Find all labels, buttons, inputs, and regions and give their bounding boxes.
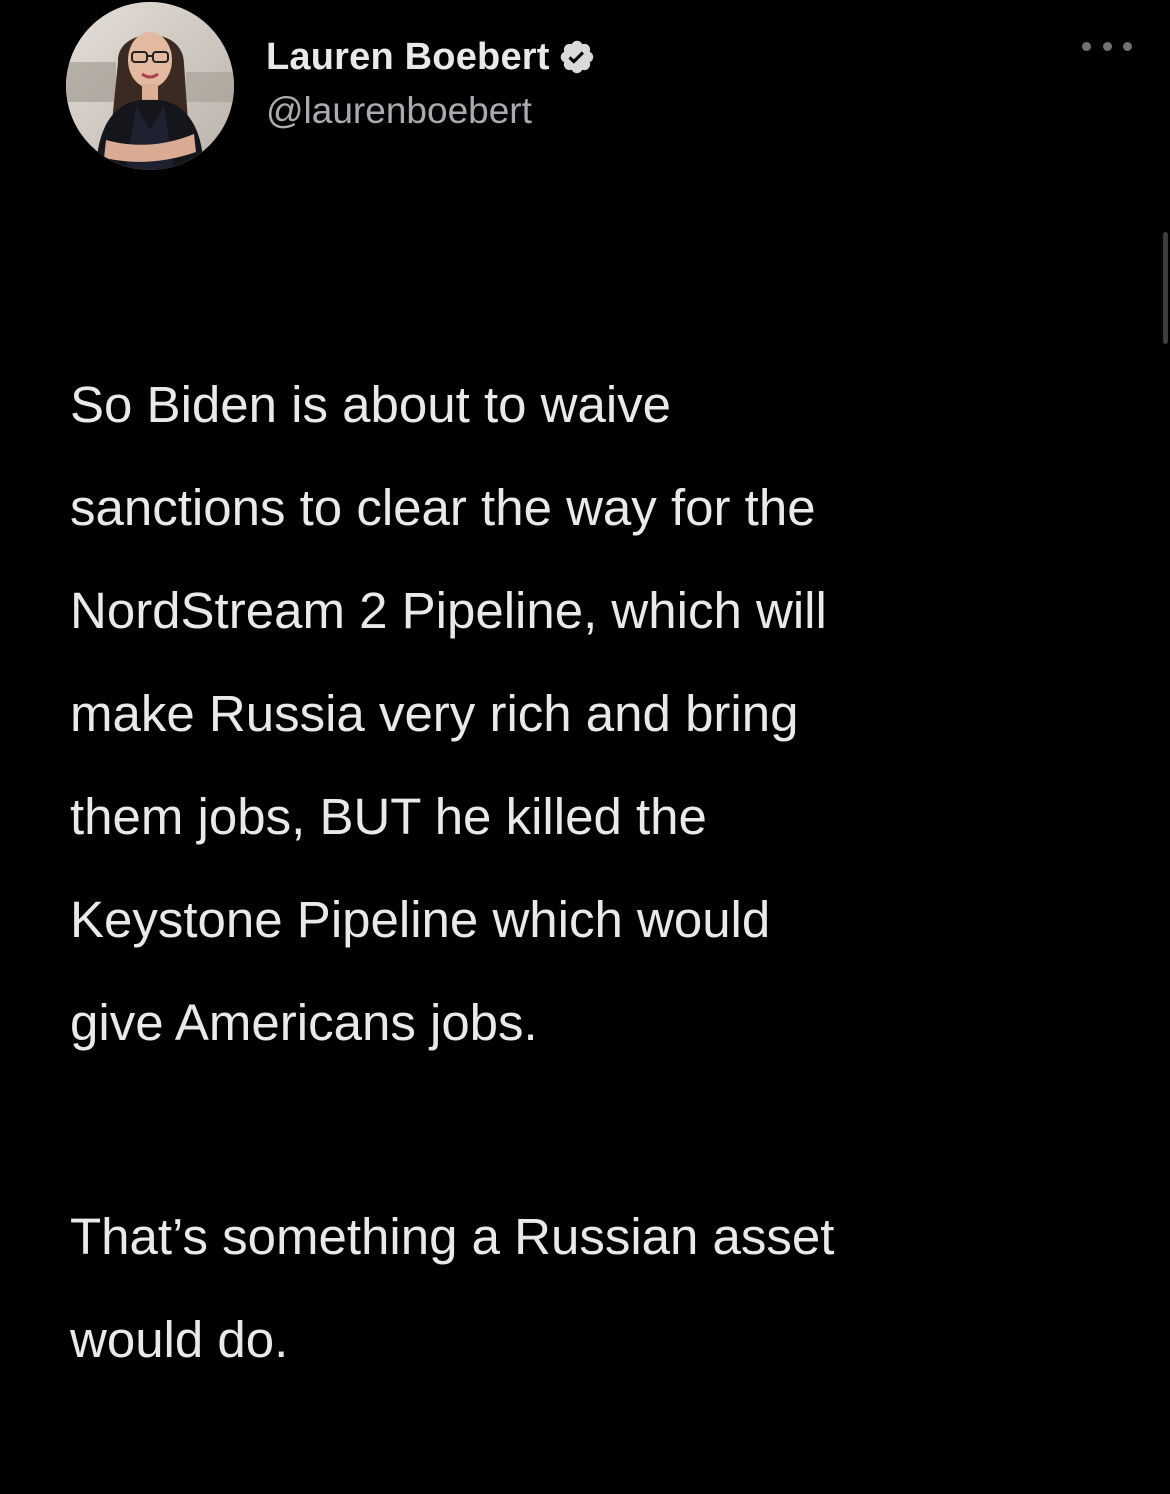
scrollbar-thumb[interactable] [1163, 232, 1168, 344]
user-handle[interactable]: @laurenboebert [266, 90, 532, 132]
display-name[interactable]: Lauren Boebert [266, 36, 550, 79]
avatar[interactable] [66, 2, 234, 170]
avatar-photo [66, 2, 234, 170]
tweet-paragraph: That’s something a Russian asset would d… [70, 1208, 835, 1368]
tweet-card: Lauren Boebert @laurenboebert So Biden i… [0, 0, 1170, 1368]
tweet-paragraph: So Biden is about to waive sanctions to … [70, 376, 827, 1051]
more-horizontal-icon[interactable] [1082, 34, 1132, 58]
tweet-body: So Biden is about to waive sanctions to … [70, 250, 1130, 1494]
verified-badge-icon [558, 38, 596, 76]
more-dot [1123, 41, 1132, 51]
more-dot [1082, 41, 1091, 51]
author-name-row: Lauren Boebert [266, 28, 596, 86]
more-dot [1102, 41, 1112, 51]
